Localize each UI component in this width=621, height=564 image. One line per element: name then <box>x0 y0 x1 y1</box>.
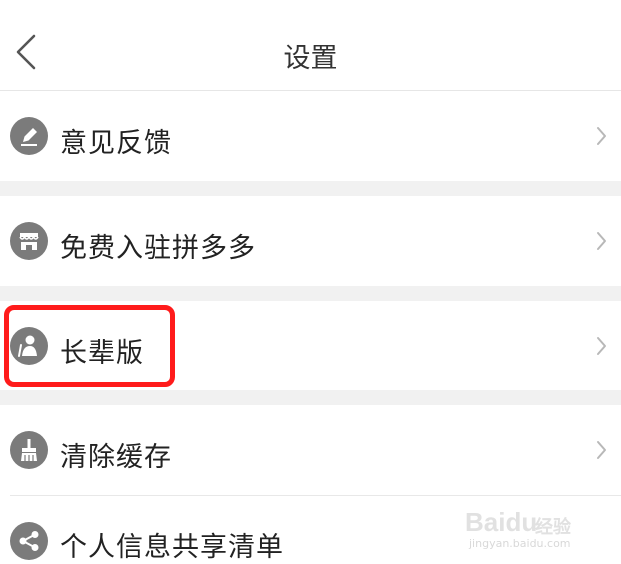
settings-item-label: 清除缓存 <box>60 442 172 473</box>
store-icon <box>10 222 48 260</box>
chevron-right-icon <box>597 441 606 459</box>
section-separator <box>0 181 621 196</box>
settings-item-label: 意见反馈 <box>60 128 172 159</box>
chevron-right-icon <box>597 337 606 355</box>
settings-item-elder-mode[interactable]: 长辈版 <box>0 301 621 390</box>
elder-icon <box>10 327 48 365</box>
settings-item-label: 长辈版 <box>60 338 144 369</box>
section-separator <box>0 390 621 405</box>
chevron-right-icon <box>597 232 606 250</box>
share-icon <box>10 522 48 560</box>
broom-icon <box>10 431 48 469</box>
edit-icon <box>10 117 48 155</box>
settings-item-label: 免费入驻拼多多 <box>60 233 256 264</box>
page-title: 设置 <box>283 43 338 74</box>
section-separator <box>0 286 621 301</box>
chevron-right-icon <box>597 127 606 145</box>
settings-item-feedback[interactable]: 意见反馈 <box>0 91 621 181</box>
settings-item-info-sharing[interactable]: 个人信息共享清单 <box>0 496 621 563</box>
settings-item-label: 个人信息共享清单 <box>60 532 284 563</box>
settings-item-clear-cache[interactable]: 清除缓存 <box>0 405 621 495</box>
top-bar: 设置 <box>0 0 621 91</box>
settings-item-merchant[interactable]: 免费入驻拼多多 <box>0 196 621 286</box>
